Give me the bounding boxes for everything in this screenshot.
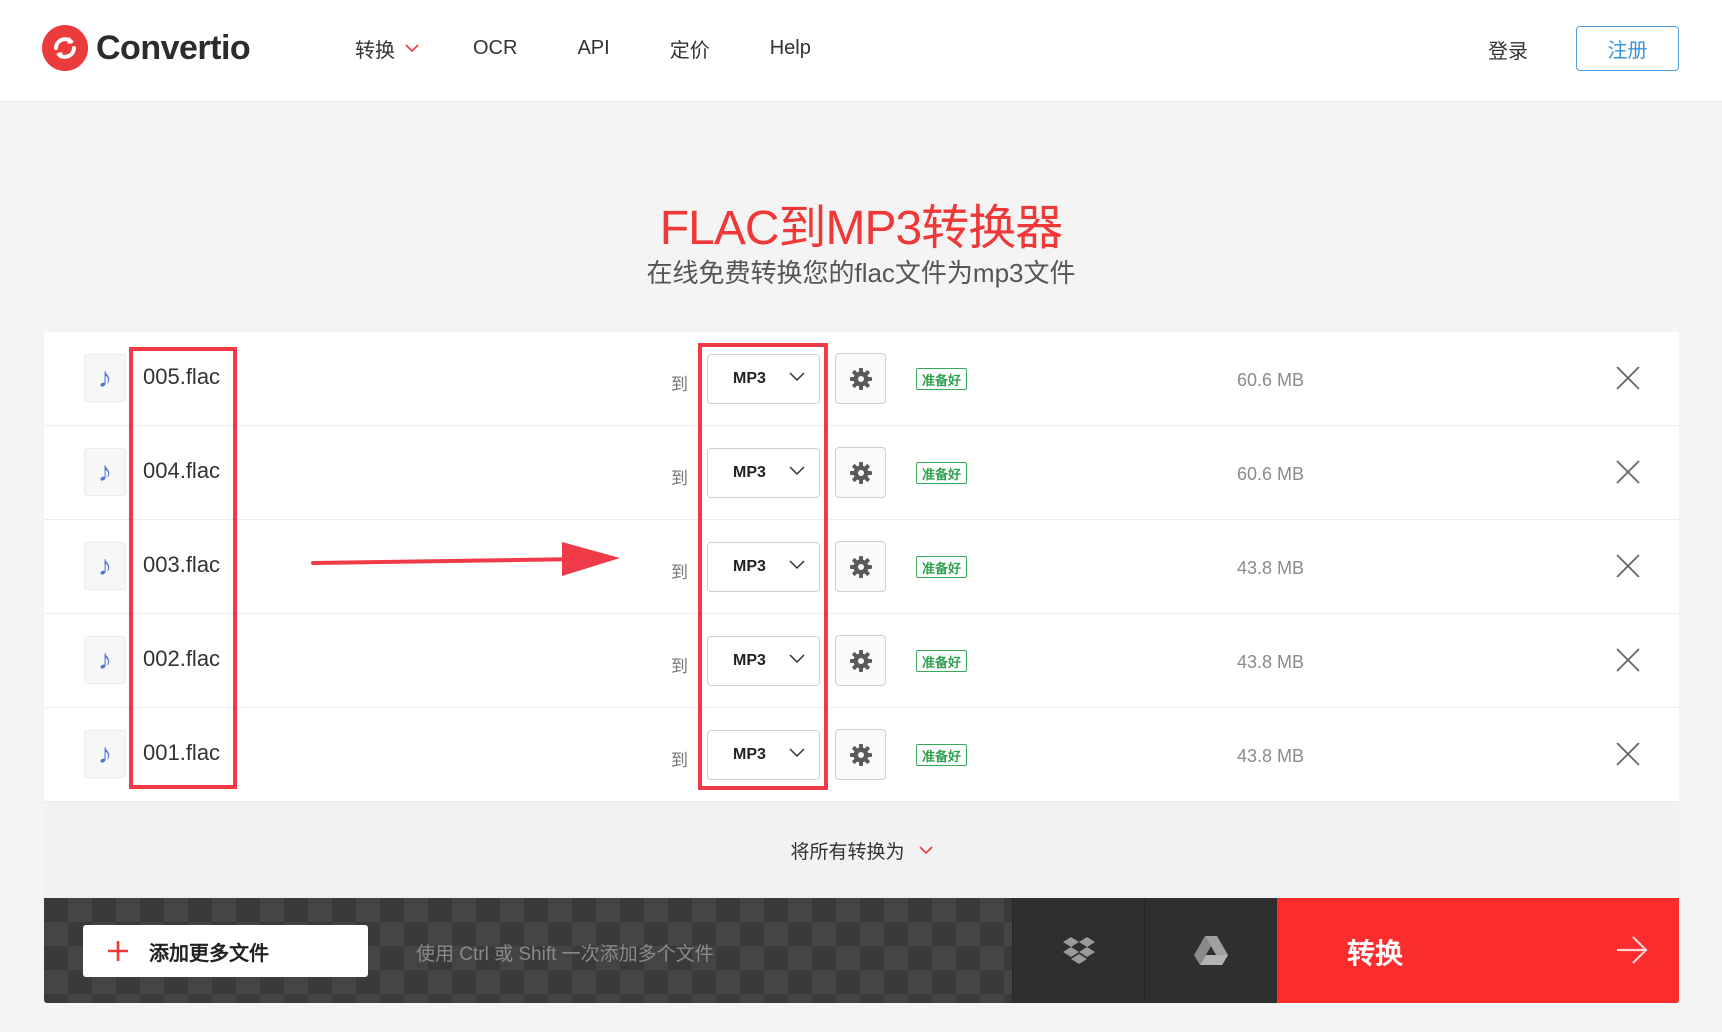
to-label: 到	[671, 469, 688, 488]
file-size: 60.6 MB	[1237, 464, 1305, 484]
music-note-icon: ♪	[84, 354, 126, 402]
settings-button[interactable]	[835, 541, 886, 592]
nav-help[interactable]: Help	[770, 33, 811, 63]
nav-convert-label: 转换	[355, 39, 395, 62]
music-note-icon: ♪	[84, 542, 126, 590]
to-label: 到	[671, 563, 688, 582]
convert-all-dropdown[interactable]: 将所有转换为	[44, 802, 1679, 898]
chevron-down-icon	[405, 43, 419, 52]
gear-icon	[849, 743, 872, 766]
nav-api-label: API	[577, 36, 610, 59]
nav-ocr[interactable]: OCR	[473, 33, 517, 63]
arrow-right-icon	[1617, 936, 1648, 964]
file-size: 60.6 MB	[1237, 370, 1305, 390]
status-badge: 准备好	[916, 462, 968, 484]
main-nav: 转换 OCR API 定价 Help	[355, 33, 811, 63]
settings-button[interactable]	[835, 353, 886, 404]
google-drive-button[interactable]	[1144, 898, 1277, 1003]
nav-ocr-label: OCR	[473, 36, 518, 59]
multi-select-hint: 使用 Ctrl 或 Shift 一次添加多个文件	[416, 944, 714, 965]
signup-button[interactable]: 注册	[1576, 26, 1679, 71]
settings-button[interactable]	[835, 729, 886, 780]
gear-icon	[849, 555, 872, 578]
file-row: ♪ 001.flac 到 MP3 准备好 43.8 MB	[44, 708, 1679, 802]
status-badge: 准备好	[916, 556, 968, 578]
music-note-icon: ♪	[84, 730, 126, 778]
annotation-box-formats	[698, 343, 828, 790]
google-drive-icon	[1194, 935, 1228, 965]
brand-name: Convertio	[96, 28, 251, 67]
gear-icon	[849, 461, 872, 484]
to-label: 到	[671, 751, 688, 770]
nav-convert[interactable]: 转换	[355, 33, 419, 63]
convertio-logo-icon	[42, 25, 88, 71]
nav-help-label: Help	[769, 36, 811, 59]
close-icon[interactable]	[1615, 647, 1641, 673]
gear-icon	[849, 367, 872, 390]
convert-button[interactable]: 转换	[1277, 898, 1679, 1003]
status-badge: 准备好	[916, 650, 968, 672]
login-link[interactable]: 登录	[1488, 35, 1528, 64]
chevron-down-icon	[918, 845, 933, 854]
convert-button-label: 转换	[1347, 938, 1404, 969]
add-more-files-button[interactable]: 添加更多文件	[83, 925, 368, 977]
file-size: 43.8 MB	[1237, 558, 1305, 578]
bottom-action-bar: 添加更多文件 使用 Ctrl 或 Shift 一次添加多个文件 转换	[44, 898, 1679, 1003]
to-label: 到	[671, 657, 688, 676]
file-row: ♪ 004.flac 到 MP3 准备好 60.6 MB	[44, 426, 1679, 520]
nav-api[interactable]: API	[577, 33, 609, 63]
annotation-arrow-icon	[311, 542, 620, 576]
nav-pricing-label: 定价	[669, 39, 710, 62]
close-icon[interactable]	[1615, 741, 1641, 767]
close-icon[interactable]	[1615, 553, 1641, 579]
music-note-icon: ♪	[84, 448, 126, 496]
brand-logo[interactable]: Convertio	[42, 25, 251, 71]
settings-button[interactable]	[835, 635, 886, 686]
status-badge: 准备好	[916, 744, 968, 766]
close-icon[interactable]	[1615, 365, 1641, 391]
dropbox-icon	[1063, 936, 1095, 964]
nav-pricing[interactable]: 定价	[670, 33, 710, 63]
file-list: ♪ 005.flac 到 MP3 准备好 60.6 MB ♪ 004.flac …	[44, 332, 1679, 802]
music-note-icon: ♪	[84, 636, 126, 684]
file-size: 43.8 MB	[1237, 746, 1305, 766]
gear-icon	[849, 649, 872, 672]
top-header: Convertio 转换 OCR API 定价 Help 登录 注册	[0, 0, 1722, 102]
to-label: 到	[671, 375, 688, 394]
page-title: FLAC到MP3转换器	[659, 202, 1063, 255]
file-size: 43.8 MB	[1237, 652, 1305, 672]
dropbox-button[interactable]	[1012, 898, 1145, 1003]
close-icon[interactable]	[1615, 459, 1641, 485]
file-row: ♪ 005.flac 到 MP3 准备好 60.6 MB	[44, 332, 1679, 426]
page-subtitle: 在线免费转换您的flac文件为mp3文件	[646, 258, 1076, 288]
add-more-files-label: 添加更多文件	[149, 942, 269, 965]
file-row: ♪ 002.flac 到 MP3 准备好 43.8 MB	[44, 614, 1679, 708]
file-row: ♪ 003.flac 到 MP3 准备好 43.8 MB	[44, 520, 1679, 614]
plus-icon	[108, 941, 128, 961]
status-badge: 准备好	[916, 368, 968, 390]
settings-button[interactable]	[835, 447, 886, 498]
convert-all-label: 将所有转换为	[790, 841, 905, 863]
annotation-box-filenames	[129, 347, 237, 789]
